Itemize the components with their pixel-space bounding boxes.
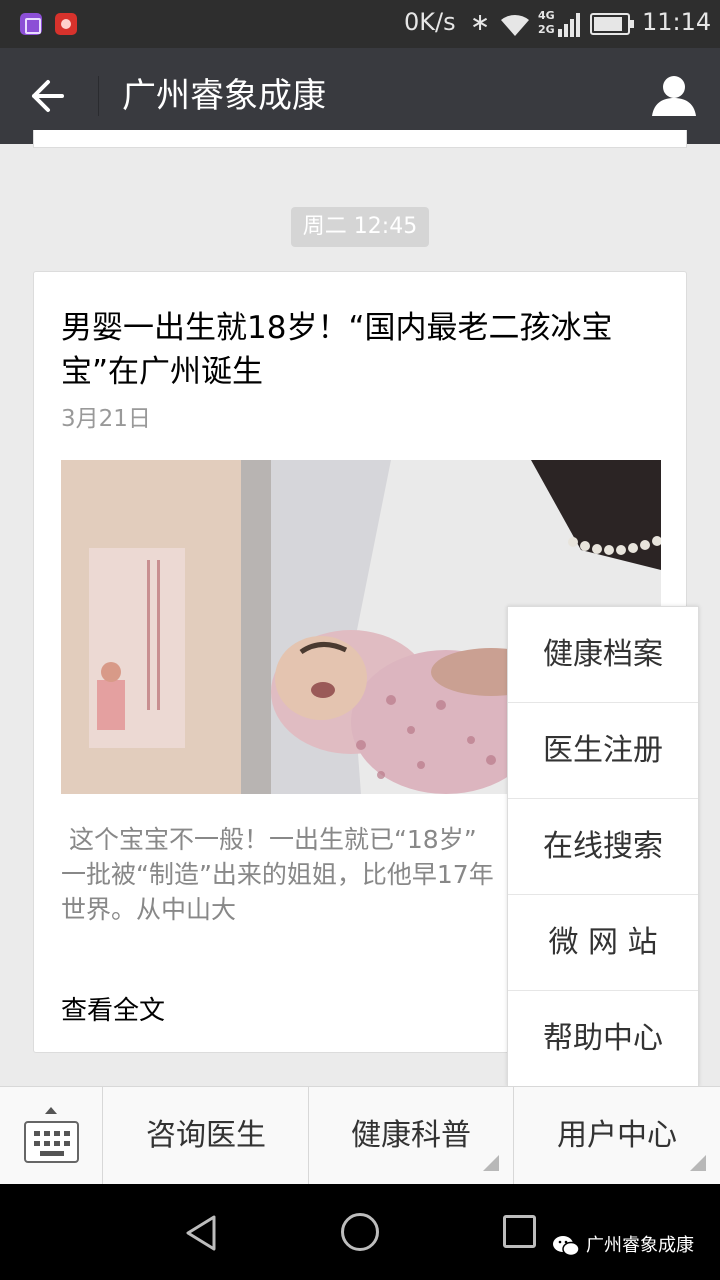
status-bar: 0K/s ∗ 4G 2G 11:14 [0, 0, 720, 48]
battery-icon [590, 13, 634, 35]
menu-item-online-search[interactable]: 在线搜索 [508, 799, 698, 895]
keyboard-toggle-button[interactable] [0, 1087, 103, 1185]
bluetooth-icon: ∗ [470, 8, 491, 36]
watermark-text: 广州睿象成康 [586, 1235, 694, 1256]
submenu-indicator-icon [690, 1155, 706, 1171]
read-full-link[interactable]: 查看全文 [61, 990, 165, 1027]
gallery-app-icon [20, 13, 42, 35]
person-icon [652, 76, 696, 116]
nav-home-icon[interactable] [341, 1213, 379, 1251]
huawei-app-icon [55, 13, 77, 35]
bottom-menu-bar: 咨询医生 健康科普 用户中心 [0, 1086, 720, 1185]
menu-consult-doctor-label: 咨询医生 [146, 1118, 266, 1153]
submenu-indicator-icon [483, 1155, 499, 1171]
user-center-submenu: 健康档案 医生注册 在线搜索 微 网 站 帮助中心 [507, 606, 699, 1087]
chevron-up-icon [45, 1107, 57, 1114]
menu-user-center[interactable]: 用户中心 [514, 1087, 720, 1185]
menu-item-help-center[interactable]: 帮助中心 [508, 991, 698, 1087]
menu-consult-doctor[interactable]: 咨询医生 [104, 1087, 309, 1185]
profile-button[interactable] [648, 70, 700, 122]
menu-item-doctor-registration[interactable]: 医生注册 [508, 703, 698, 799]
nav-recent-apps-icon[interactable] [503, 1215, 536, 1248]
article-date: 3月21日 [61, 406, 151, 432]
menu-item-micro-website[interactable]: 微 网 站 [508, 895, 698, 991]
back-button[interactable] [22, 74, 74, 118]
wifi-icon [501, 14, 529, 36]
back-arrow-icon [32, 80, 64, 112]
signal-icon: 4G 2G [538, 9, 580, 39]
menu-item-health-records[interactable]: 健康档案 [508, 607, 698, 703]
nav-back-icon[interactable] [184, 1214, 218, 1252]
message-timestamp: 周二 12:45 [291, 207, 429, 247]
menu-health-science[interactable]: 健康科普 [309, 1087, 514, 1185]
previous-message-card [33, 130, 687, 148]
wechat-icon [553, 1236, 580, 1257]
article-title: 男婴一出生就18岁！“国内最老二孩冰宝宝”在广州诞生 [61, 310, 613, 390]
page-title: 广州睿象成康 [122, 76, 326, 116]
menu-user-center-label: 用户中心 [557, 1118, 677, 1153]
menu-health-science-label: 健康科普 [351, 1118, 471, 1153]
clock: 11:14 [642, 8, 712, 36]
network-speed: 0K/s [404, 8, 456, 36]
keyboard-icon [24, 1121, 79, 1163]
header-divider [98, 76, 99, 116]
article-summary: 这个宝宝不一般！一出生就已“18岁” 一批被“制造”出来的姐姐，比他早17年 世… [61, 825, 494, 924]
